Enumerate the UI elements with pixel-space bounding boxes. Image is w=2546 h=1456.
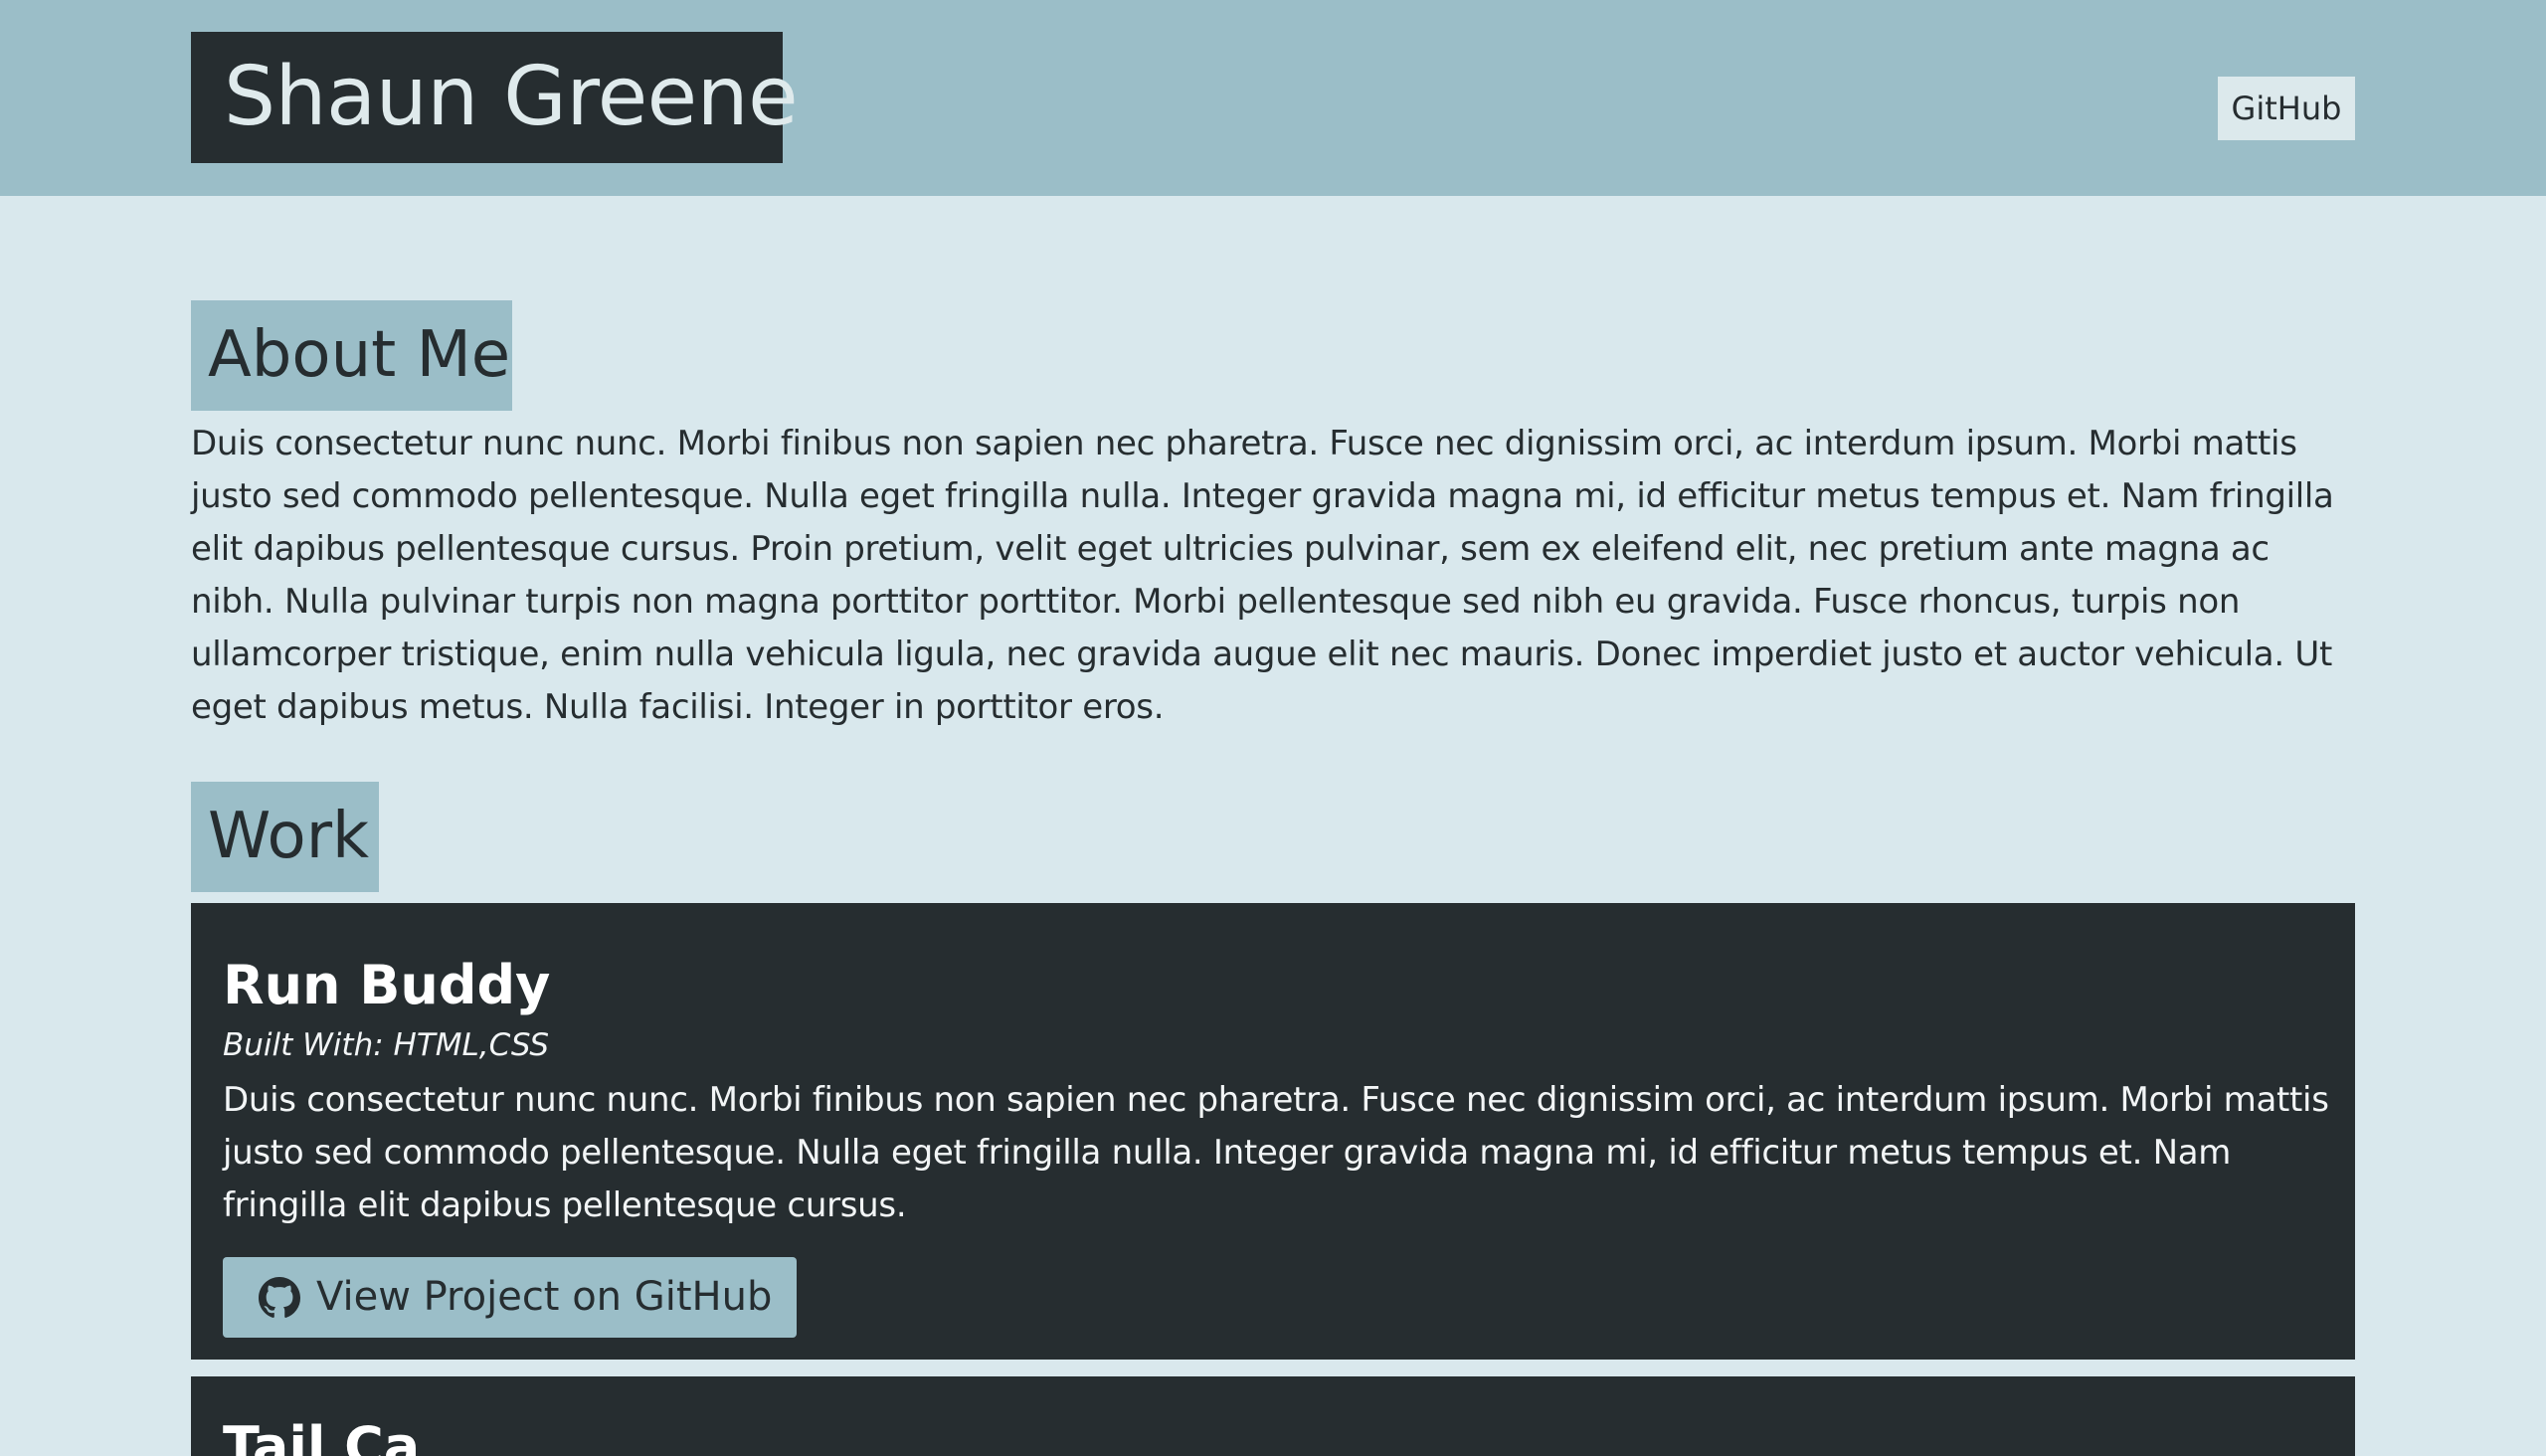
view-project-button-label: View Project on GitHub [316, 1274, 773, 1320]
about-text: Duis consectetur nunc nunc. Morbi finibu… [191, 424, 2334, 727]
github-icon [259, 1276, 300, 1319]
site-header: Shaun Greene GitHub [0, 0, 2546, 196]
project-built-with: Built With: HTML,CSS [223, 1027, 550, 1063]
project-card: Run Buddy Built With: HTML,CSS Duis cons… [191, 903, 2355, 1360]
about-heading: About Me [191, 300, 512, 411]
work-heading: Work [191, 782, 379, 892]
nav-link-github[interactable]: GitHub [2218, 77, 2355, 140]
project-card: Tail Ca [191, 1376, 2355, 1456]
project-description: Duis consectetur nunc nunc. Morbi finibu… [223, 1080, 2329, 1225]
project-title: Run Buddy [223, 954, 551, 1016]
site-title[interactable]: Shaun Greene [191, 32, 799, 163]
view-project-button[interactable]: View Project on GitHub [223, 1257, 797, 1338]
project-title: Tail Ca [223, 1415, 421, 1456]
